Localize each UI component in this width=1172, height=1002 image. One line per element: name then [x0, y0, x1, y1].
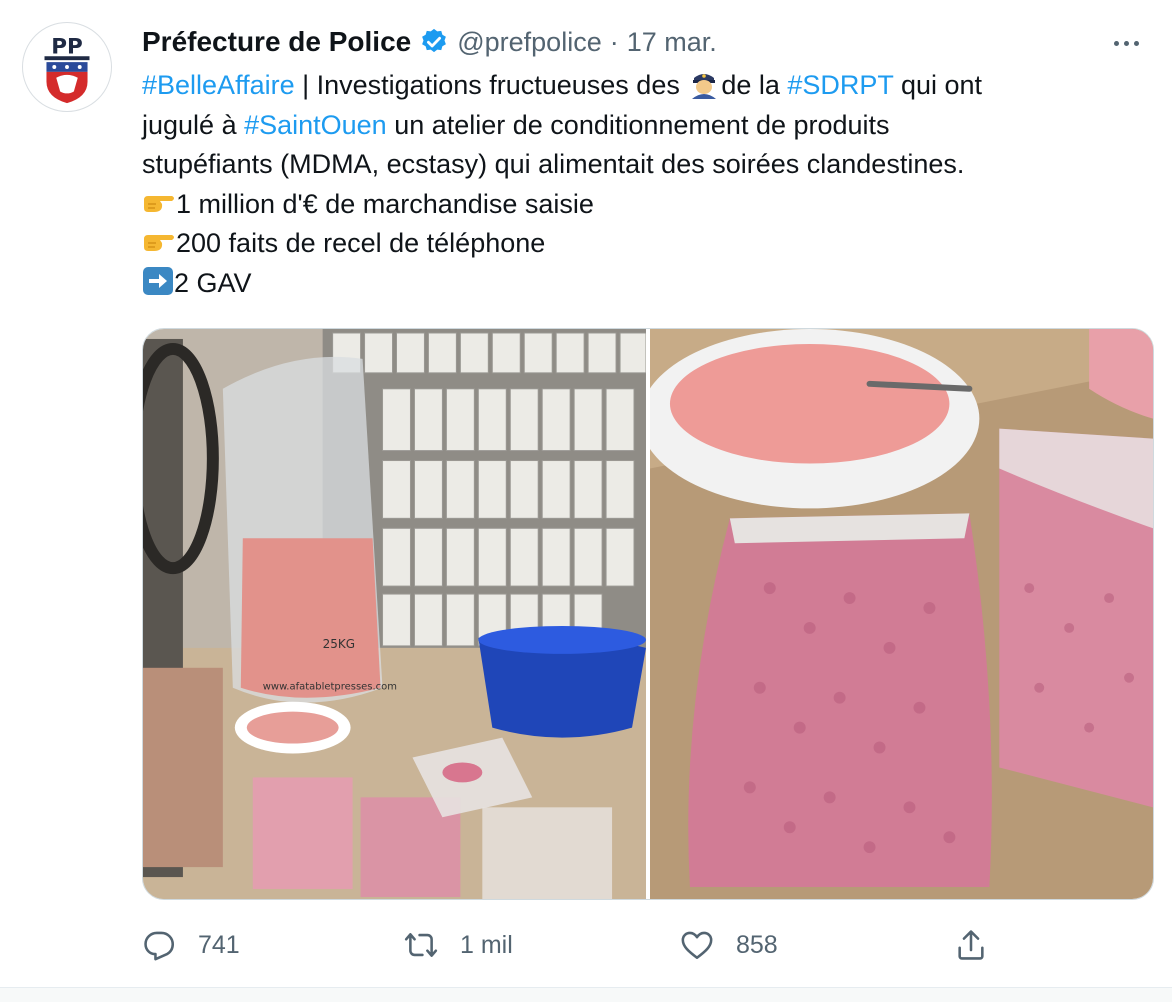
more-dot-icon — [1113, 40, 1119, 46]
share-button[interactable] — [954, 920, 988, 970]
tweet-line-3: stupéfiants (MDMA, ecstasy) qui alimenta… — [142, 149, 965, 179]
pointing-right-emoji-icon — [144, 195, 174, 212]
reply-icon — [144, 931, 175, 961]
verified-badge-icon — [422, 28, 447, 53]
text-segment: un atelier de conditionnement de produit… — [386, 109, 890, 140]
tweet-date[interactable]: 17 mar. — [627, 27, 717, 58]
tweet-bottom-divider — [0, 987, 1172, 1002]
bag-url-label: www.afatabletpresses.com — [263, 682, 397, 693]
police-officer-emoji-icon — [692, 74, 717, 99]
author-name[interactable]: Préfecture de Police — [142, 26, 411, 58]
separator-dot: · — [609, 26, 619, 57]
author-avatar[interactable]: PP — [22, 22, 112, 112]
tweet-line-6: 2 GAV — [142, 264, 1142, 304]
like-button[interactable]: 858 — [680, 920, 778, 970]
retweet-count: 1 mil — [460, 930, 513, 959]
more-dot-icon — [1123, 40, 1129, 46]
retweet-button[interactable]: 1 mil — [404, 920, 513, 970]
text-segment: 200 faits de recel de téléphone — [176, 228, 546, 258]
right-arrow-emoji-icon — [143, 266, 173, 295]
text-segment: | Investigations fructueuses des — [294, 70, 688, 100]
more-dot-icon — [1133, 40, 1139, 46]
tweet-text: #BelleAffaire | Investigations fructueus… — [142, 66, 1142, 303]
text-segment: 1 million d'€ de marchandise saisie — [176, 188, 594, 219]
hashtag-sdrpt[interactable]: #SDRPT — [787, 70, 893, 100]
reply-count: 741 — [198, 930, 240, 959]
share-icon — [958, 930, 984, 960]
text-segment: qui ont — [893, 70, 983, 100]
prefecture-police-logo-icon: PP — [23, 23, 111, 111]
more-options-button[interactable] — [1106, 28, 1146, 58]
like-count: 858 — [736, 930, 778, 959]
reply-button[interactable]: 741 — [142, 920, 240, 970]
tweet-line-2: jugulé à #SaintOuen un atelier de condit… — [142, 106, 1142, 146]
media-photo-right[interactable] — [650, 329, 1153, 899]
avatar-letters: PP — [51, 34, 83, 59]
bag-weight-label: 25KG — [323, 637, 355, 651]
hashtag-belleaffaire[interactable]: #BelleAffaire — [142, 70, 295, 100]
text-segment: jugulé à — [142, 109, 245, 140]
tweet-line-5: 200 faits de recel de téléphone — [142, 224, 1142, 264]
heart-icon — [681, 931, 713, 960]
text-segment: 2 GAV — [174, 267, 252, 298]
tweet-line-1: #BelleAffaire | Investigations fructueus… — [142, 66, 1142, 106]
tweet-actions: 741 1 mil 858 — [142, 920, 1152, 970]
seized-drugs-photo-office-icon: 25KG www.afatabletpresses.com — [143, 329, 646, 899]
hashtag-saintouen[interactable]: #SaintOuen — [244, 110, 387, 140]
text-segment: de la — [721, 70, 788, 100]
pointing-right-emoji-icon — [144, 235, 174, 251]
seized-pills-bags-photo-icon — [650, 329, 1153, 899]
retweet-icon — [404, 933, 438, 957]
tweet-header: Préfecture de Police @prefpolice · 17 ma… — [142, 20, 717, 64]
tweet-line-4: 1 million d'€ de marchandise saisie — [142, 185, 1142, 225]
author-handle[interactable]: @prefpolice — [457, 27, 601, 58]
tweet-media: 25KG www.afatabletpresses.com — [142, 328, 1154, 900]
media-photo-left[interactable]: 25KG www.afatabletpresses.com — [143, 329, 646, 899]
